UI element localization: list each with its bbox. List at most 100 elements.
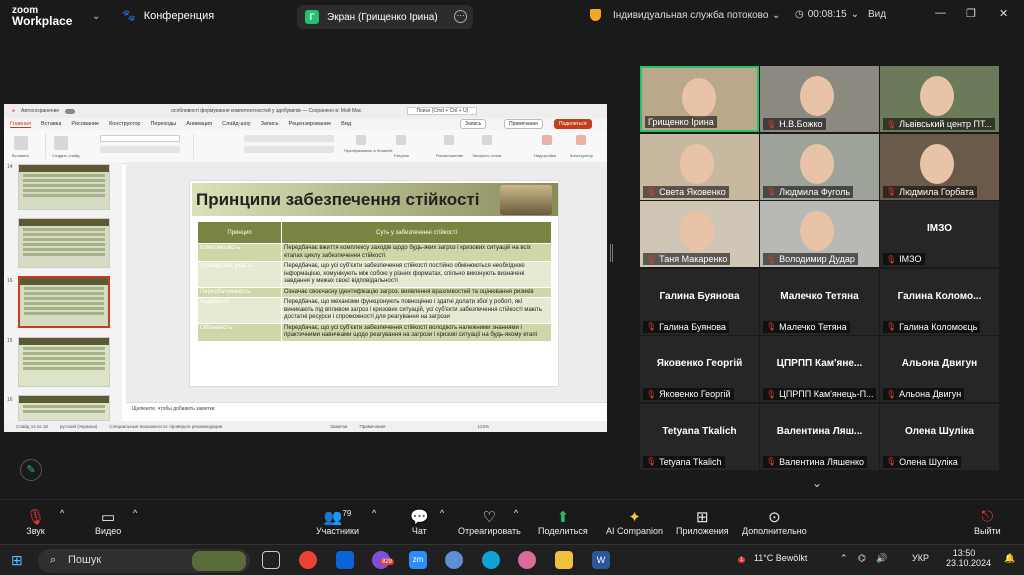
participant-tile[interactable]: Альона Двигун 🎙 Альона Двигун bbox=[880, 336, 999, 402]
tab-transitions[interactable]: Переходы bbox=[150, 121, 176, 127]
viber-icon[interactable]: 829 bbox=[372, 551, 395, 569]
chat-button[interactable]: 💬 Чат bbox=[410, 508, 429, 536]
slide-thumbnail[interactable] bbox=[18, 164, 110, 210]
mail-icon[interactable] bbox=[336, 551, 354, 569]
chevron-down-icon[interactable]: ⌄ bbox=[92, 11, 100, 22]
screen-share-pill[interactable]: Г Экран (Грищенко Ірина) ··· bbox=[297, 5, 473, 29]
ppt-search[interactable]: Поиск (Cmd + Ctrl + U) bbox=[407, 107, 478, 115]
shared-screen[interactable]: ● Автосохранение особливості формування … bbox=[4, 104, 607, 432]
file-explorer-icon[interactable] bbox=[555, 551, 573, 569]
weather-widget[interactable]: 1 11°C Bewölkt bbox=[738, 553, 807, 563]
tab-record[interactable]: Запись bbox=[261, 121, 279, 127]
record-button[interactable]: Запись bbox=[460, 119, 487, 129]
notes-pane[interactable]: Щелкните, чтобы добавить заметки bbox=[126, 402, 607, 416]
chevron-down-icon[interactable]: ⌄ bbox=[812, 476, 822, 490]
participant-tile[interactable]: 🎙 Таня Макаренко bbox=[640, 201, 759, 267]
meeting-info-button[interactable]: 🐾 Конференция bbox=[122, 9, 214, 23]
windows-start-icon[interactable]: ⊞ bbox=[11, 552, 23, 569]
zoom-level[interactable]: 123% bbox=[477, 424, 489, 429]
paragraph-buttons[interactable] bbox=[244, 135, 334, 142]
participant-tile[interactable]: 🎙 Людмила Горбата bbox=[880, 133, 999, 200]
participant-tile[interactable]: 🎙 Людмила Фуголь bbox=[760, 133, 879, 200]
arrange-icon[interactable] bbox=[444, 135, 454, 145]
autosave-toggle[interactable] bbox=[65, 108, 76, 114]
chevron-up-icon[interactable]: ^ bbox=[514, 508, 518, 518]
more-options-icon[interactable]: ··· bbox=[454, 10, 467, 23]
resize-handle[interactable] bbox=[610, 244, 613, 262]
app-icon[interactable] bbox=[445, 551, 463, 569]
font-format-buttons[interactable] bbox=[100, 146, 180, 153]
participant-tile[interactable]: Яковенко Георгій 🎙 Яковенко Георгій bbox=[640, 336, 759, 402]
comments-button[interactable]: Примечания bbox=[504, 119, 543, 129]
font-select[interactable] bbox=[100, 135, 180, 142]
network-icon[interactable]: ⌬ bbox=[858, 553, 866, 564]
video-button[interactable]: ▭ Видео bbox=[95, 508, 121, 536]
tab-animations[interactable]: Анимация bbox=[186, 121, 212, 127]
slide-thumbnail[interactable] bbox=[18, 218, 110, 268]
minimize-icon[interactable]: — bbox=[935, 7, 946, 19]
app-icon[interactable] bbox=[518, 551, 536, 569]
participant-tile[interactable]: 🎙 Н.В.Божко bbox=[760, 66, 879, 132]
tab-design[interactable]: Конструктор bbox=[109, 121, 140, 127]
ai-companion-button[interactable]: ✦ AI Companion bbox=[606, 508, 663, 536]
designer-icon[interactable] bbox=[576, 135, 586, 145]
participant-tile[interactable]: Валентина Ляш... 🎙 Валентина Ляшенко bbox=[760, 403, 879, 470]
apps-button[interactable]: ⊞ Приложения bbox=[676, 508, 729, 536]
slide-thumbnail[interactable] bbox=[18, 395, 110, 421]
smartart-icon[interactable] bbox=[356, 135, 366, 145]
chevron-up-icon[interactable]: ^ bbox=[133, 508, 137, 518]
slide-thumbnail-selected[interactable] bbox=[18, 276, 110, 328]
restore-icon[interactable]: ❐ bbox=[966, 7, 976, 20]
picture-icon[interactable] bbox=[396, 135, 406, 145]
streaming-service[interactable]: Індивидуальная служба потоково... ⌄ bbox=[590, 9, 780, 21]
task-view-icon[interactable] bbox=[262, 551, 280, 569]
share-button[interactable]: Поделиться bbox=[554, 119, 592, 129]
slide-thumbnail[interactable] bbox=[18, 337, 110, 387]
add-ins-icon[interactable] bbox=[542, 135, 552, 145]
tab-slideshow[interactable]: Слайд-шоу bbox=[222, 121, 251, 127]
more-button[interactable]: ⊙ Дополнительно bbox=[742, 508, 807, 536]
alignment-buttons[interactable] bbox=[244, 146, 334, 153]
chevron-up-icon[interactable]: ^ bbox=[440, 508, 444, 518]
participant-tile[interactable]: 🎙 Света Яковенко bbox=[640, 133, 759, 200]
chevron-up-icon[interactable]: ^ bbox=[372, 508, 376, 518]
language-indicator[interactable]: УКР bbox=[912, 553, 929, 563]
share-screen-button[interactable]: ⬆ Поделиться bbox=[538, 508, 588, 536]
chevron-up-icon[interactable]: ⌃ bbox=[840, 553, 848, 564]
participant-tile[interactable]: ІМЗО 🎙 ІМЗО bbox=[880, 201, 999, 267]
tab-draw[interactable]: Рисование bbox=[71, 121, 99, 127]
comments-status-button[interactable]: Примечания bbox=[359, 424, 385, 429]
new-slide-icon[interactable] bbox=[54, 136, 68, 150]
notifications-icon[interactable]: 🔔 bbox=[1004, 553, 1015, 564]
tab-view[interactable]: Вид bbox=[341, 121, 351, 127]
participant-tile[interactable]: 🎙Грищенко Ірина bbox=[640, 66, 759, 132]
volume-icon[interactable]: 🔊 bbox=[876, 553, 887, 564]
participant-tile[interactable]: ЦПРПП Кам'яне... 🎙 ЦПРПП Кам'янець-П... bbox=[760, 336, 879, 402]
taskbar-search[interactable]: ⌕ Пошук bbox=[38, 549, 250, 573]
tab-home[interactable]: Главная bbox=[10, 121, 31, 128]
paste-icon[interactable] bbox=[14, 136, 28, 150]
close-icon[interactable]: ✕ bbox=[999, 7, 1008, 20]
participant-tile[interactable]: Галина Коломо... 🎙 Галина Коломоєць bbox=[880, 268, 999, 335]
chrome-icon[interactable] bbox=[299, 551, 317, 569]
quick-styles-icon[interactable] bbox=[482, 135, 492, 145]
clock[interactable]: 13:50 23.10.2024 bbox=[946, 548, 991, 568]
participant-tile[interactable]: Tetyana Tkalich 🎙 Tetyana Tkalich bbox=[640, 403, 759, 470]
zoom-taskbar-icon[interactable]: zm bbox=[409, 551, 427, 569]
word-icon[interactable]: W bbox=[592, 551, 610, 569]
notes-button[interactable]: Заметки bbox=[330, 424, 347, 429]
participant-tile[interactable]: Олена Шуліка 🎙 Олена Шуліка bbox=[880, 403, 999, 470]
leave-button[interactable]: ⎋ Выйти bbox=[974, 508, 1001, 536]
participants-button[interactable]: 👥79 Участники bbox=[316, 508, 359, 536]
participant-tile[interactable]: Малечко Тетяна 🎙 Малечко Тетяна bbox=[760, 268, 879, 335]
participant-tile[interactable]: 🎙 Володимир Дудар bbox=[760, 201, 879, 267]
current-slide[interactable]: Принципи забезпечення стійкості Принцип … bbox=[189, 180, 559, 387]
chevron-up-icon[interactable]: ^ bbox=[60, 508, 64, 518]
view-button[interactable]: Вид bbox=[868, 9, 886, 20]
participant-tile[interactable]: 🎙 Львівський центр ПТ... bbox=[880, 66, 999, 132]
edge-icon[interactable] bbox=[482, 551, 500, 569]
audio-button[interactable]: 🎙 Звук bbox=[26, 508, 45, 536]
edit-icon[interactable]: ✎ bbox=[20, 459, 42, 481]
tab-review[interactable]: Рецензирование bbox=[289, 121, 331, 127]
tab-insert[interactable]: Вставка bbox=[41, 121, 61, 127]
